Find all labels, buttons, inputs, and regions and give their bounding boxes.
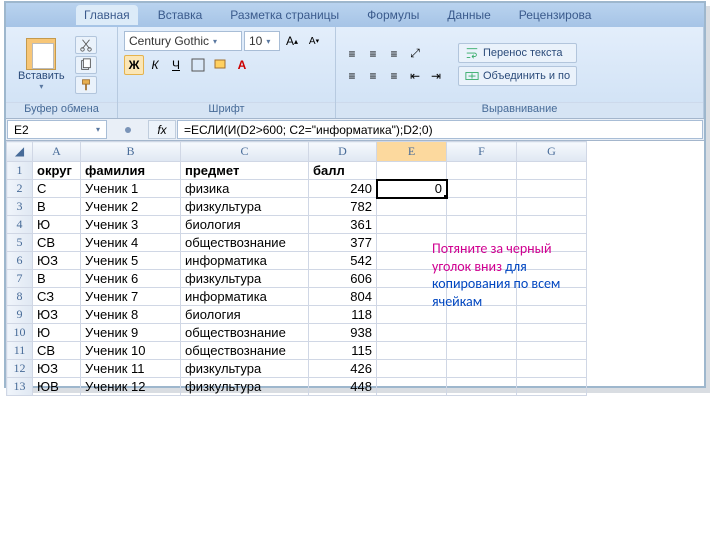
formula-bar: E2▾ fx =ЕСЛИ(И(D2>600; C2="информатика")… — [6, 119, 704, 141]
orientation-button[interactable]: ⤢ — [405, 44, 425, 64]
cut-button[interactable] — [75, 36, 97, 54]
indent-inc-button[interactable]: ⇥ — [426, 66, 446, 86]
font-color-button[interactable]: A — [232, 55, 252, 75]
col-header-a[interactable]: A — [33, 142, 81, 162]
dot-icon — [125, 127, 131, 133]
format-painter-button[interactable] — [75, 76, 97, 94]
header-cell[interactable]: округ — [33, 162, 81, 180]
merge-icon — [465, 69, 479, 83]
col-header-d[interactable]: D — [309, 142, 377, 162]
align-left-button[interactable]: ≡ — [342, 66, 362, 86]
table-row[interactable]: 2СУченик 1физика2400 — [7, 180, 587, 198]
tab-data[interactable]: Данные — [439, 5, 498, 25]
header-cell[interactable]: фамилия — [81, 162, 181, 180]
merge-button[interactable]: Объединить и по — [458, 66, 577, 86]
name-box[interactable]: E2▾ — [7, 120, 107, 139]
col-header-f[interactable]: F — [447, 142, 517, 162]
formula-input[interactable]: =ЕСЛИ(И(D2>600; C2="информатика");D2;0) — [177, 120, 703, 139]
paste-icon — [26, 38, 56, 70]
col-header-c[interactable]: C — [181, 142, 309, 162]
bold-button[interactable]: Ж — [124, 55, 144, 75]
table-row[interactable]: 1 округ фамилия предмет балл — [7, 162, 587, 180]
table-row[interactable]: 13ЮВУченик 12физкультура448 — [7, 378, 587, 396]
col-header-b[interactable]: B — [81, 142, 181, 162]
header-cell[interactable]: балл — [309, 162, 377, 180]
select-all-corner[interactable]: ◢ — [7, 142, 33, 162]
align-middle-button[interactable]: ≡ — [363, 44, 383, 64]
wrap-text-button[interactable]: Перенос текста — [458, 43, 577, 63]
paste-label: Вставить — [18, 70, 65, 82]
header-cell[interactable]: предмет — [181, 162, 309, 180]
ribbon: Вставить ▾ Буфер обмена Century Gothic▾ … — [6, 27, 704, 119]
italic-button[interactable]: К — [145, 55, 165, 75]
tab-pagelayout[interactable]: Разметка страницы — [222, 5, 347, 25]
font-name-combo[interactable]: Century Gothic▾ — [124, 31, 242, 51]
col-header-e[interactable]: E — [377, 142, 447, 162]
shrink-font-button[interactable]: A▾ — [304, 31, 324, 51]
copy-button[interactable] — [75, 56, 97, 74]
tab-formulas[interactable]: Формулы — [359, 5, 427, 25]
table-row[interactable]: 10ЮУченик 9обществознание938 — [7, 324, 587, 342]
spreadsheet-grid[interactable]: ◢ A B C D E F G 1 округ фамилия предмет … — [6, 141, 704, 396]
tab-insert[interactable]: Вставка — [150, 5, 211, 25]
active-cell[interactable]: 0 — [377, 180, 447, 198]
align-right-button[interactable]: ≡ — [384, 66, 404, 86]
border-button[interactable] — [188, 55, 208, 75]
annotation-text: Потяните за черный уголок вниз для копир… — [432, 240, 582, 310]
ribbon-tabs: Главная Вставка Разметка страницы Формул… — [6, 3, 704, 27]
fx-button[interactable]: fx — [148, 120, 176, 139]
fill-color-button[interactable] — [210, 55, 230, 75]
tab-home[interactable]: Главная — [76, 5, 138, 25]
table-row[interactable]: 4ЮУченик 3биология361 — [7, 216, 587, 234]
wrap-text-icon — [465, 46, 479, 60]
table-row[interactable]: 11СВУченик 10обществознание115 — [7, 342, 587, 360]
table-row[interactable]: 12ЮЗУченик 11физкультура426 — [7, 360, 587, 378]
col-header-g[interactable]: G — [517, 142, 587, 162]
font-size-combo[interactable]: 10▾ — [244, 31, 280, 51]
indent-dec-button[interactable]: ⇤ — [405, 66, 425, 86]
align-center-button[interactable]: ≡ — [363, 66, 383, 86]
group-clipboard-label: Буфер обмена — [6, 102, 117, 118]
underline-button[interactable]: Ч — [166, 55, 186, 75]
group-font-label: Шрифт — [118, 102, 335, 118]
align-bottom-button[interactable]: ≡ — [384, 44, 404, 64]
tab-review[interactable]: Рецензирова — [511, 5, 600, 25]
excel-window: Главная Вставка Разметка страницы Формул… — [4, 1, 706, 388]
grow-font-button[interactable]: A▴ — [282, 31, 302, 51]
align-top-button[interactable]: ≡ — [342, 44, 362, 64]
table-row[interactable]: 3ВУченик 2физкультура782 — [7, 198, 587, 216]
paste-button[interactable]: Вставить ▾ — [12, 36, 71, 93]
group-align-label: Выравнивание — [336, 102, 703, 118]
